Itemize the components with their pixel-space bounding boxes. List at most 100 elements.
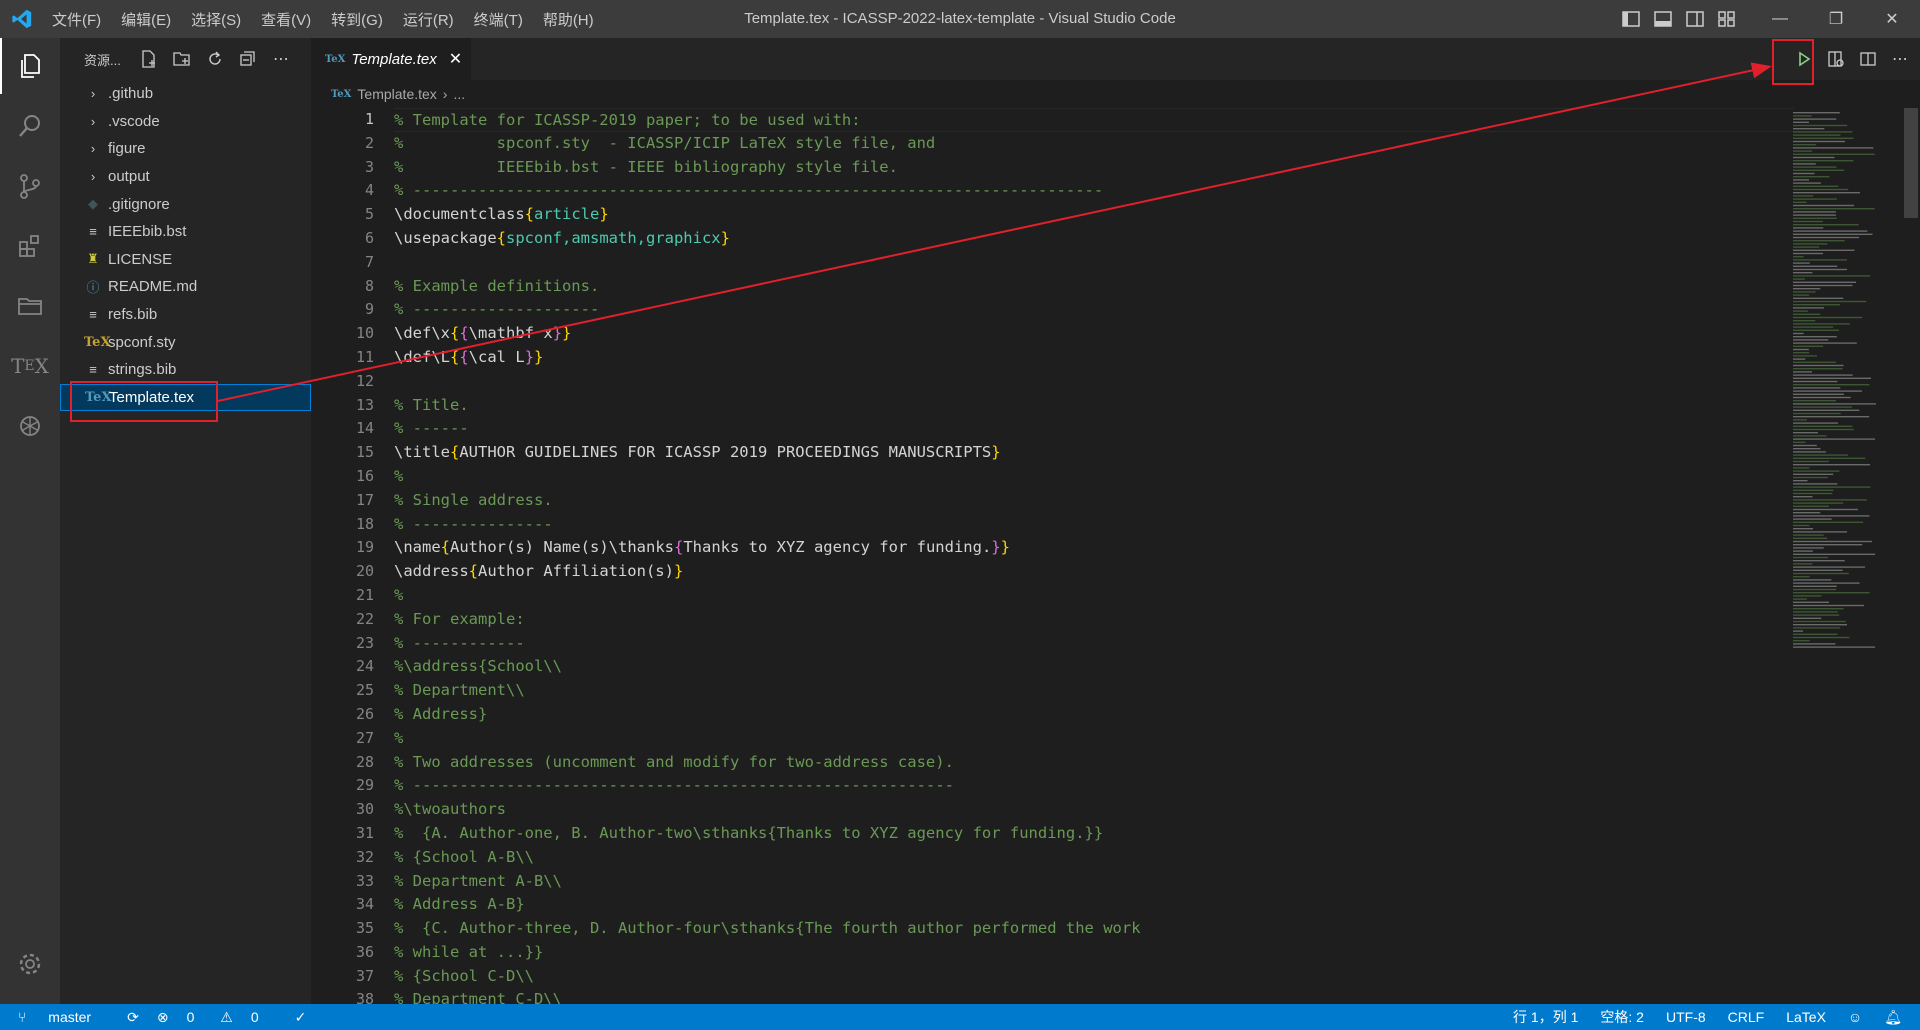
code-line[interactable]: % {School C-D\\ (394, 965, 1794, 989)
explorer-icon[interactable] (0, 38, 60, 94)
tab-template-tex[interactable]: TeX Template.tex ✕ (311, 38, 471, 80)
code-line[interactable]: % {C. Author-three, D. Author-four\sthan… (394, 917, 1794, 941)
tex-icon[interactable]: TEX (0, 338, 60, 394)
code-line[interactable]: \def\L{{\cal L}} (394, 346, 1794, 370)
code-line[interactable]: % Template for ICASSP-2019 paper; to be … (394, 108, 1794, 132)
new-file-icon[interactable] (138, 48, 160, 70)
settings-gear-icon[interactable] (0, 936, 60, 992)
code-line[interactable]: % Address A-B} (394, 893, 1794, 917)
menu-run[interactable]: 运行(R) (403, 9, 454, 30)
menu-view[interactable]: 查看(V) (261, 9, 311, 30)
code-line[interactable]: \title{AUTHOR GUIDELINES FOR ICASSP 2019… (394, 441, 1794, 465)
code-line[interactable]: % spconf.sty - ICASSP/ICIP LaTeX style f… (394, 132, 1794, 156)
notifications-bell-icon[interactable]: 🔔︎ (1884, 1009, 1902, 1026)
tree-file-gitignore[interactable]: ◆ .gitignore (60, 190, 311, 218)
code-line[interactable]: % Two addresses (uncomment and modify fo… (394, 751, 1794, 775)
tree-folder-figure[interactable]: › figure (60, 135, 311, 163)
sync-icon[interactable]: ⟳ (127, 1009, 139, 1026)
code-line[interactable]: % (394, 727, 1794, 751)
tree-file-license[interactable]: ♜ LICENSE (60, 246, 311, 274)
code-line[interactable]: % -------------------- (394, 298, 1794, 322)
refresh-icon[interactable] (204, 48, 226, 70)
more-actions-icon[interactable]: ⋯ (270, 48, 292, 70)
tree-folder-vscode[interactable]: › .vscode (60, 108, 311, 136)
tree-file-strings[interactable]: ≡ strings.bib (60, 356, 311, 384)
minimize-button[interactable]: — (1752, 0, 1808, 38)
cursor-position[interactable]: 行 1，列 1 (1513, 1007, 1578, 1027)
editor-more-icon[interactable]: ⋯ (1888, 47, 1912, 71)
language-mode[interactable]: LaTeX (1786, 1009, 1826, 1025)
tree-file-ieeebib[interactable]: ≡ IEEEbib.bst (60, 218, 311, 246)
toggle-secondary-sidebar-icon[interactable] (1684, 8, 1706, 30)
restore-button[interactable]: ❐ (1808, 0, 1864, 38)
collapse-all-icon[interactable] (237, 48, 259, 70)
run-build-icon[interactable] (1792, 47, 1816, 71)
indentation[interactable]: 空格: 2 (1600, 1007, 1644, 1027)
toggle-panel-icon[interactable] (1652, 8, 1674, 30)
code-line[interactable]: \documentclass{article} (394, 203, 1794, 227)
menu-terminal[interactable]: 终端(T) (474, 9, 523, 30)
code-line[interactable]: % Department\\ (394, 679, 1794, 703)
tree-folder-github[interactable]: › .github (60, 80, 311, 108)
code-line[interactable]: % {School A-B\\ (394, 846, 1794, 870)
code-line[interactable]: % ------ (394, 417, 1794, 441)
code-lines[interactable]: % Template for ICASSP-2019 paper; to be … (394, 108, 1794, 1004)
menu-help[interactable]: 帮助(H) (543, 9, 594, 30)
code-line[interactable]: % Title. (394, 394, 1794, 418)
code-line[interactable]: % Single address. (394, 489, 1794, 513)
code-line[interactable]: \usepackage{spconf,amsmath,graphicx} (394, 227, 1794, 251)
feedback-icon[interactable]: ☺ (1848, 1009, 1862, 1025)
scroll-thumb[interactable] (1904, 108, 1918, 218)
code-line[interactable]: % (394, 465, 1794, 489)
open-preview-icon[interactable] (1824, 47, 1848, 71)
code-line[interactable]: % --------------------------------------… (394, 774, 1794, 798)
branch-indicator[interactable]: ⑂ master (18, 1009, 109, 1025)
breadcrumb-file[interactable]: Template.tex (357, 86, 436, 102)
check-icon[interactable]: ✓ (295, 1009, 307, 1026)
code-line[interactable]: % Department C-D\\ (394, 988, 1794, 1004)
code-line[interactable]: %\twoauthors (394, 798, 1794, 822)
code-line[interactable]: % --------------- (394, 513, 1794, 537)
code-line[interactable]: \def\x{{\mathbf x}} (394, 322, 1794, 346)
tree-file-template[interactable]: TeX Template.tex (60, 383, 311, 412)
code-line[interactable]: % (394, 584, 1794, 608)
tree-file-readme[interactable]: ⓘ README.md (60, 273, 311, 301)
menu-file[interactable]: 文件(F) (52, 9, 101, 30)
new-folder-icon[interactable] (171, 48, 193, 70)
code-line[interactable]: % IEEEbib.bst - IEEE bibliography style … (394, 156, 1794, 180)
menu-go[interactable]: 转到(G) (331, 9, 383, 30)
code-line[interactable]: % {A. Author-one, B. Author-two\sthanks{… (394, 822, 1794, 846)
remote-explorer-icon[interactable] (0, 278, 60, 334)
tree-folder-output[interactable]: › output (60, 163, 311, 191)
code-line[interactable]: %\address{School\\ (394, 655, 1794, 679)
code-line[interactable]: % --------------------------------------… (394, 179, 1794, 203)
code-line[interactable]: % while at ...}} (394, 941, 1794, 965)
close-tab-icon[interactable]: ✕ (449, 49, 462, 69)
tree-file-refs[interactable]: ≡ refs.bib (60, 301, 311, 329)
menu-edit[interactable]: 编辑(E) (121, 9, 171, 30)
customize-layout-icon[interactable] (1716, 8, 1738, 30)
source-control-icon[interactable] (0, 158, 60, 214)
split-editor-icon[interactable] (1856, 47, 1880, 71)
vertical-scrollbar[interactable] (1902, 108, 1920, 1004)
code-line[interactable] (394, 251, 1794, 275)
breadcrumb-symbol[interactable]: ... (453, 86, 465, 102)
chatgpt-icon[interactable] (0, 398, 60, 454)
extensions-icon[interactable] (0, 218, 60, 274)
line-ending[interactable]: CRLF (1728, 1009, 1765, 1025)
menu-selection[interactable]: 选择(S) (191, 9, 241, 30)
code-line[interactable]: % Address} (394, 703, 1794, 727)
code-editor[interactable]: 1 2 3 4 5 6 7 8 9 10 11 12 13 14 15 16 17 18 19 20 21 22 23 24 2… (311, 108, 1920, 1004)
close-button[interactable]: ✕ (1864, 0, 1920, 38)
search-icon[interactable] (0, 98, 60, 154)
code-line[interactable]: % For example: (394, 608, 1794, 632)
minimap[interactable] (1791, 108, 1891, 668)
problems-indicator[interactable]: ⊗ 0 ⚠ 0 (157, 1009, 277, 1026)
code-line[interactable]: % ------------ (394, 632, 1794, 656)
code-line[interactable]: \name{Author(s) Name(s)\thanks{Thanks to… (394, 536, 1794, 560)
toggle-sidebar-icon[interactable] (1620, 8, 1642, 30)
tree-file-spconf[interactable]: TeX spconf.sty (60, 328, 311, 356)
encoding[interactable]: UTF-8 (1666, 1009, 1706, 1025)
code-line[interactable]: \address{Author Affiliation(s)} (394, 560, 1794, 584)
code-line[interactable] (394, 370, 1794, 394)
